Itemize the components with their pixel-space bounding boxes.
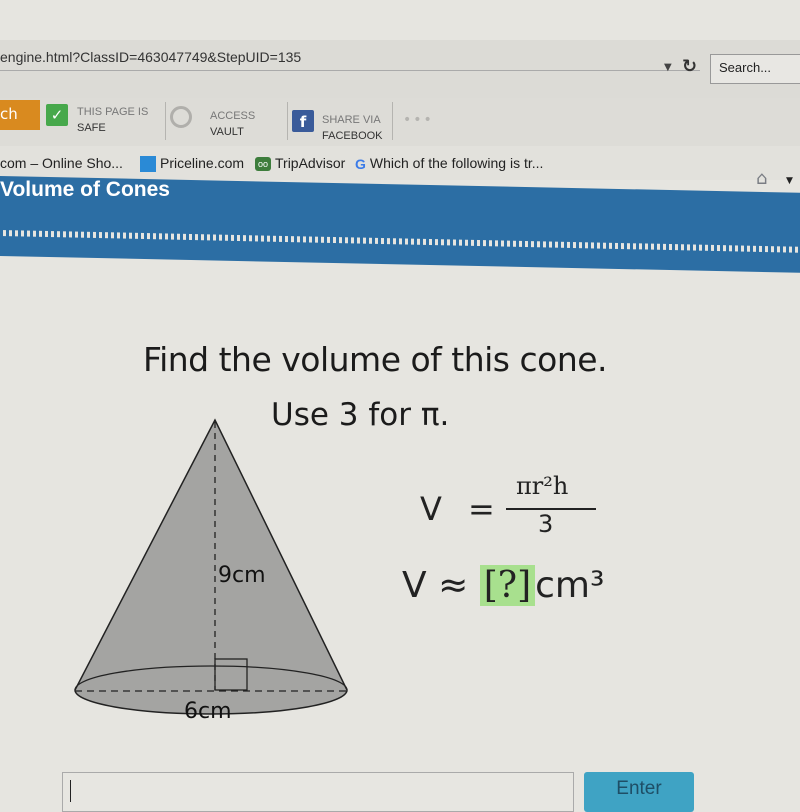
safe-line2: SAFE <box>77 122 106 134</box>
home-icon[interactable]: ⌂ <box>756 168 767 189</box>
check-icon: ✓ <box>46 104 68 126</box>
question-text: Find the volume of this cone. <box>143 340 608 379</box>
diameter-label: 6cm <box>184 699 232 724</box>
bookmarks-bar: com – Online Sho... Priceline.com oo Trip… <box>0 146 800 180</box>
facebook-line1: SHARE VIA <box>322 114 381 126</box>
share-facebook-button[interactable]: SHARE VIA FACEBOOK <box>322 112 383 144</box>
address-bar: engine.html?ClassID=463047749&StepUID=13… <box>0 40 800 99</box>
lesson-title: Volume of Cones <box>0 178 170 201</box>
access-vault-button[interactable]: ACCESS VAULT <box>210 108 255 140</box>
extension-toolbar: ch ✓ THIS PAGE IS SAFE ACCESS VAULT f SH… <box>0 98 800 146</box>
bookmark-tripadvisor-label: TripAdvisor <box>275 155 346 171</box>
url-dropdown-icon[interactable]: ▼ <box>664 62 672 73</box>
enter-button[interactable]: Enter <box>584 772 694 812</box>
more-icon[interactable]: ••• <box>403 112 434 128</box>
vault-line2: VAULT <box>210 126 244 138</box>
toolbar-search-button[interactable]: ch <box>0 100 40 130</box>
search-placeholder: Search... <box>719 60 772 75</box>
bookmark-tripadvisor[interactable]: oo TripAdvisor <box>255 155 346 172</box>
safe-line1: THIS PAGE IS <box>77 106 149 118</box>
cone-figure: 9cm 6cm <box>74 418 348 724</box>
tripadvisor-icon: oo <box>255 157 271 172</box>
divider <box>392 102 393 140</box>
bookmark-google-search[interactable]: G Which of the following is tr... <box>355 155 543 172</box>
answer-input[interactable] <box>62 772 574 812</box>
toolbar-search-label: ch <box>0 105 18 123</box>
height-label: 9cm <box>218 563 266 588</box>
vault-line1: ACCESS <box>210 110 256 122</box>
text-caret <box>70 780 71 802</box>
refresh-icon[interactable]: ↻ <box>682 56 697 77</box>
facebook-line2: FACEBOOK <box>322 130 383 142</box>
answer-placeholder: [?] <box>479 565 536 606</box>
google-icon: G <box>355 156 366 173</box>
bookmark-priceline-label: Priceline.com <box>160 155 245 171</box>
bookmark-google-label: Which of the following is tr... <box>369 155 544 171</box>
vault-icon <box>170 106 192 128</box>
home-dropdown-icon[interactable]: ▼ <box>786 176 793 186</box>
safe-page-badge[interactable]: THIS PAGE IS SAFE <box>77 104 148 136</box>
approx-symbol: ≈ <box>438 565 469 606</box>
formula-lhs: V <box>420 490 442 528</box>
formula-equals: = <box>468 490 495 528</box>
priceline-icon <box>140 156 156 173</box>
formula-numerator: πr²h <box>516 472 569 500</box>
answer-lhs: V <box>402 565 427 606</box>
bookmark-online-shop[interactable]: com – Online Sho... <box>0 155 123 171</box>
cone-body <box>74 418 348 715</box>
divider <box>287 102 288 140</box>
answer-unit: cm³ <box>535 565 605 606</box>
facebook-icon: f <box>292 110 314 132</box>
bookmark-priceline[interactable]: Priceline.com <box>140 155 245 173</box>
url-text[interactable]: engine.html?ClassID=463047749&StepUID=13… <box>0 49 301 65</box>
divider <box>165 102 166 140</box>
answer-expression: V ≈ [?] cm³ <box>402 565 604 606</box>
formula-denominator: 3 <box>538 510 554 538</box>
search-input[interactable]: Search... <box>710 54 800 84</box>
